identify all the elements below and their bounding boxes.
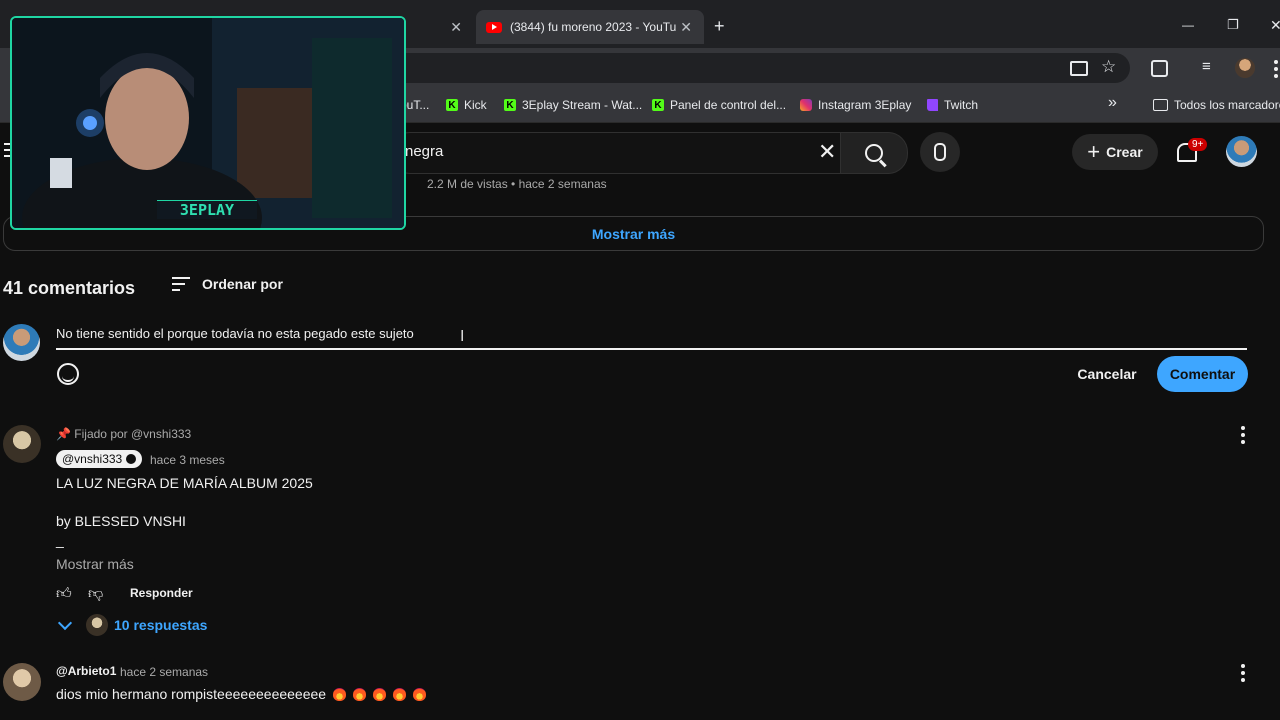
comment-text-line: LA LUZ NEGRA DE MARÍA ALBUM 2025 bbox=[56, 475, 313, 491]
youtube-account-avatar[interactable] bbox=[1226, 136, 1257, 167]
youtube-favicon-icon bbox=[486, 21, 502, 33]
instagram-icon bbox=[800, 99, 812, 111]
comment-text-line: by BLESSED VNSHI bbox=[56, 513, 186, 529]
comment-read-more[interactable]: Mostrar más bbox=[56, 556, 134, 572]
browser-profile-avatar[interactable] bbox=[1235, 58, 1255, 78]
replies-count: 10 respuestas bbox=[114, 617, 208, 633]
cancel-button[interactable]: Cancelar bbox=[1070, 356, 1144, 392]
verified-icon bbox=[126, 454, 137, 464]
search-button[interactable] bbox=[840, 132, 908, 174]
fire-heart-emoji-icon bbox=[393, 688, 407, 701]
browser-tab[interactable]: ✕ bbox=[400, 10, 472, 44]
kick-icon: K bbox=[504, 99, 516, 111]
sort-button[interactable]: Ordenar por bbox=[172, 276, 283, 292]
notification-badge: 9+ bbox=[1188, 138, 1208, 151]
search-icon bbox=[865, 144, 887, 167]
install-app-icon[interactable] bbox=[1070, 61, 1088, 76]
replies-toggle[interactable]: 10 respuestas bbox=[57, 614, 208, 636]
browser-tab-active[interactable]: (3844) fu moreno 2023 - YouTu ✕ bbox=[476, 10, 704, 44]
comment-author-avatar[interactable] bbox=[3, 425, 41, 463]
minimize-button[interactable]: — bbox=[1182, 18, 1194, 32]
webcam-overlay: 3EPLAY bbox=[10, 16, 406, 230]
bookmark-item[interactable]: Instagram 3Eplay bbox=[800, 96, 911, 114]
close-window-button[interactable]: ✕ bbox=[1270, 17, 1280, 34]
all-bookmarks-folder[interactable]: Todos los marcadores bbox=[1153, 96, 1280, 114]
twitch-icon bbox=[927, 99, 938, 111]
comment-time[interactable]: hace 3 meses bbox=[150, 453, 225, 467]
like-button[interactable]: 👍︎ bbox=[56, 585, 72, 603]
comment-author-avatar[interactable] bbox=[3, 663, 41, 701]
reply-author-avatar bbox=[86, 614, 108, 636]
user-avatar bbox=[3, 324, 40, 361]
comment-author[interactable]: @Arbieto1 bbox=[56, 664, 116, 678]
fire-heart-emoji-icon bbox=[373, 688, 387, 701]
clear-search-icon[interactable]: ✕ bbox=[818, 139, 836, 165]
dislike-button[interactable]: 👎︎ bbox=[88, 585, 103, 603]
comment-input[interactable]: No tiene sentido el porque todavía no es… bbox=[56, 326, 1247, 350]
kick-icon: K bbox=[446, 99, 458, 111]
thumbs-down-icon: 👎︎ bbox=[88, 585, 104, 602]
browser-menu-icon[interactable] bbox=[1274, 60, 1278, 78]
pinned-label: 📌 Fijado por @vnshi333 bbox=[56, 427, 192, 441]
fire-heart-emoji-icon bbox=[353, 688, 367, 701]
folder-icon bbox=[1153, 99, 1168, 111]
submit-comment-button[interactable]: Comentar bbox=[1157, 356, 1248, 392]
bookmark-star-icon[interactable]: ☆ bbox=[1101, 57, 1116, 77]
comment-time[interactable]: hace 2 semanas bbox=[120, 665, 208, 679]
tab-close-icon[interactable]: ✕ bbox=[680, 19, 692, 36]
pin-icon: 📌 bbox=[56, 427, 71, 441]
webcam-feed bbox=[12, 18, 404, 228]
maximize-button[interactable]: ❐ bbox=[1227, 17, 1239, 33]
search-input[interactable] bbox=[390, 132, 842, 174]
bookmark-item[interactable]: K 3Eplay Stream - Wat... bbox=[504, 96, 642, 114]
search-input-value: negra bbox=[405, 143, 444, 160]
media-control-icon[interactable]: ≡ bbox=[1202, 58, 1211, 75]
kick-icon: K bbox=[652, 99, 664, 111]
emoji-button[interactable] bbox=[57, 363, 79, 385]
text-cursor-icon: I bbox=[460, 328, 465, 345]
overlay-brand-label: 3EPLAY bbox=[157, 200, 257, 219]
comment-text: dios mio hermano rompisteeeeeeeeeeeeee bbox=[56, 686, 427, 702]
comment-author-chip[interactable]: @vnshi333 bbox=[56, 450, 143, 468]
comment-menu-button[interactable] bbox=[1241, 664, 1245, 682]
chevron-down-icon bbox=[57, 615, 73, 631]
new-tab-button[interactable]: + bbox=[714, 16, 725, 37]
comment-text-line: _ bbox=[56, 532, 64, 548]
tab-close-icon[interactable]: ✕ bbox=[450, 19, 462, 36]
bookmark-item[interactable]: K Panel de control del... bbox=[652, 96, 786, 114]
reply-button[interactable]: Responder bbox=[130, 586, 193, 600]
notifications-button[interactable]: 9+ bbox=[1176, 138, 1208, 162]
plus-icon: + bbox=[1087, 139, 1101, 164]
microphone-icon bbox=[934, 143, 946, 161]
comment-menu-button[interactable] bbox=[1241, 426, 1245, 444]
thumbs-up-icon: 👍︎ bbox=[56, 585, 72, 602]
bookmarks-overflow-button[interactable]: » bbox=[1108, 94, 1117, 112]
sort-icon bbox=[172, 277, 190, 291]
extensions-icon[interactable] bbox=[1151, 60, 1168, 77]
create-button[interactable]: + Crear bbox=[1072, 134, 1158, 170]
comments-count: 41 comentarios bbox=[3, 278, 136, 298]
fire-heart-emoji-icon bbox=[413, 688, 427, 701]
tab-title: (3844) fu moreno 2023 - YouTu bbox=[510, 20, 677, 34]
voice-search-button[interactable] bbox=[920, 132, 960, 172]
bookmark-item[interactable]: K Kick bbox=[446, 96, 487, 114]
video-metadata: 2.2 M de vistas • hace 2 semanas bbox=[427, 177, 607, 191]
emoji-icon bbox=[62, 376, 74, 382]
address-bar[interactable] bbox=[300, 53, 1130, 83]
bookmark-item[interactable]: Twitch bbox=[927, 96, 978, 114]
fire-heart-emoji-icon bbox=[333, 688, 347, 701]
